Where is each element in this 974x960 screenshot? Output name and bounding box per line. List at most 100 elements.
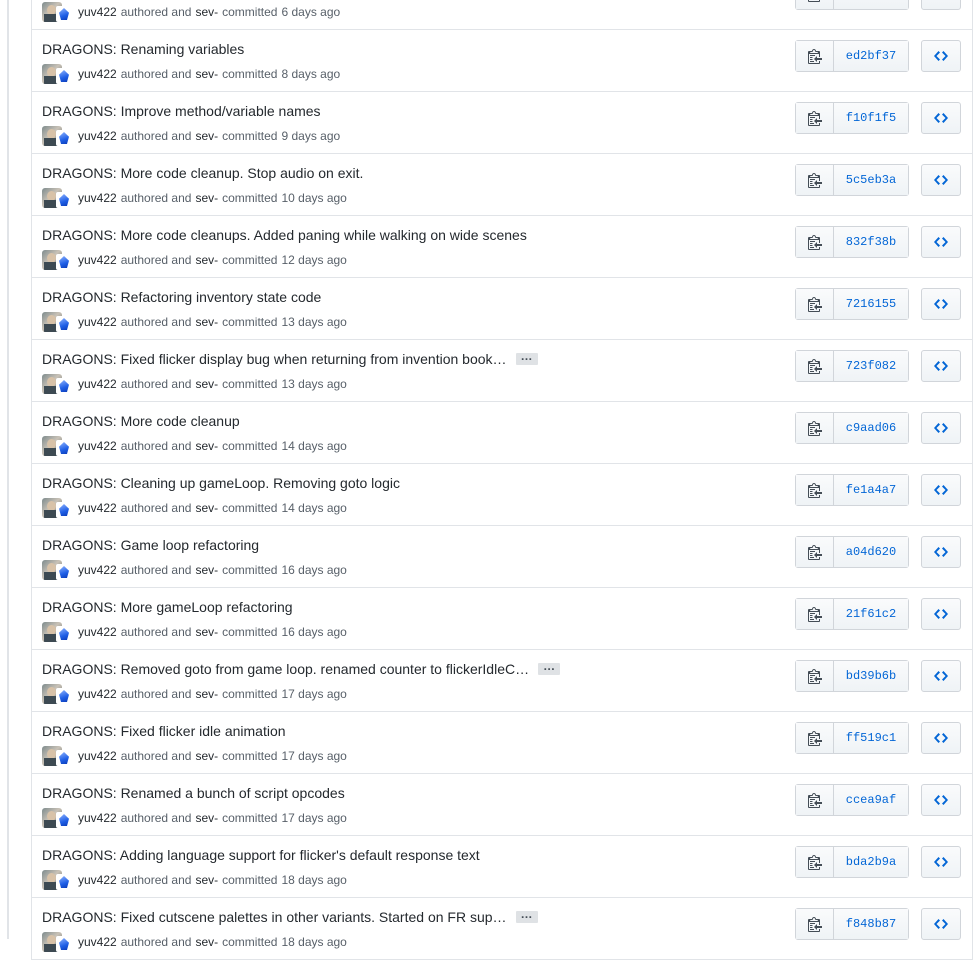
committer-link[interactable]: sev- <box>195 377 218 391</box>
browse-repository-button[interactable] <box>921 846 961 878</box>
committer-avatar[interactable] <box>56 440 72 456</box>
author-link[interactable]: yuv422 <box>78 191 117 205</box>
committer-avatar[interactable] <box>56 316 72 332</box>
commit-sha-link[interactable]: f10f1f5 <box>834 103 908 133</box>
commit-message-link[interactable]: DRAGONS: Removed goto from game loop. re… <box>42 661 529 677</box>
author-link[interactable]: yuv422 <box>78 811 117 825</box>
commit-sha-link[interactable]: ed2bf37 <box>834 41 908 71</box>
committer-link[interactable]: sev- <box>195 749 218 763</box>
author-link[interactable]: yuv422 <box>78 253 117 267</box>
expand-message-button[interactable]: … <box>515 908 538 923</box>
committer-avatar[interactable] <box>56 192 72 208</box>
browse-repository-button[interactable] <box>921 164 961 196</box>
commit-message-link[interactable]: DRAGONS: Cleaning up gameLoop. Removing … <box>42 475 400 491</box>
commit-message-link[interactable]: DRAGONS: More gameLoop refactoring <box>42 599 293 615</box>
browse-repository-button[interactable] <box>921 102 961 134</box>
browse-repository-button[interactable] <box>921 908 961 940</box>
browse-repository-button[interactable] <box>921 598 961 630</box>
commit-sha-link[interactable]: f848b87 <box>834 909 908 939</box>
commit-sha-link[interactable]: fe1a4a7 <box>834 475 908 505</box>
author-link[interactable]: yuv422 <box>78 129 117 143</box>
committer-avatar[interactable] <box>56 874 72 890</box>
committer-avatar[interactable] <box>56 750 72 766</box>
browse-repository-button[interactable] <box>921 226 961 258</box>
committer-avatar[interactable] <box>56 936 72 952</box>
commit-message-link[interactable]: DRAGONS: More code cleanup <box>42 413 240 429</box>
browse-repository-button[interactable] <box>921 288 961 320</box>
committer-link[interactable]: sev- <box>195 129 218 143</box>
commit-sha-link[interactable]: 723f082 <box>834 351 908 381</box>
committer-link[interactable]: sev- <box>195 687 218 701</box>
commit-sha-link[interactable]: ccea9af <box>834 785 908 815</box>
commit-sha-link[interactable]: bd39b6b <box>834 661 908 691</box>
commit-message-link[interactable]: DRAGONS: Game loop refactoring <box>42 537 259 553</box>
browse-repository-button[interactable] <box>921 350 961 382</box>
copy-sha-button[interactable] <box>796 103 834 133</box>
committer-avatar[interactable] <box>56 812 72 828</box>
committer-link[interactable]: sev- <box>195 5 218 19</box>
author-link[interactable]: yuv422 <box>78 377 117 391</box>
committer-avatar[interactable] <box>56 6 72 22</box>
browse-repository-button[interactable] <box>921 40 961 72</box>
committer-avatar[interactable] <box>56 378 72 394</box>
author-link[interactable]: yuv422 <box>78 687 117 701</box>
browse-repository-button[interactable] <box>921 784 961 816</box>
copy-sha-button[interactable] <box>796 41 834 71</box>
copy-sha-button[interactable] <box>796 661 834 691</box>
copy-sha-button[interactable] <box>796 847 834 877</box>
commit-message-link[interactable]: DRAGONS: Fixed flicker display bug when … <box>42 351 507 367</box>
commit-sha-link[interactable]: c9aad06 <box>834 413 908 443</box>
commit-sha-link[interactable]: 7216155 <box>834 289 908 319</box>
commit-sha-link[interactable]: a04d620 <box>834 537 908 567</box>
browse-repository-button[interactable] <box>921 474 961 506</box>
author-link[interactable]: yuv422 <box>78 439 117 453</box>
commit-message-link[interactable]: DRAGONS: More code cleanups. Added panin… <box>42 227 527 243</box>
committer-link[interactable]: sev- <box>195 811 218 825</box>
commit-sha-link[interactable]: bda2b9a <box>834 847 908 877</box>
copy-sha-button[interactable] <box>796 351 834 381</box>
commit-sha-link[interactable]: 5c5eb3a <box>834 165 908 195</box>
author-link[interactable]: yuv422 <box>78 749 117 763</box>
copy-sha-button[interactable] <box>796 0 834 9</box>
copy-sha-button[interactable] <box>796 413 834 443</box>
commit-message-link[interactable]: DRAGONS: More code cleanup. Stop audio o… <box>42 165 363 181</box>
committer-avatar[interactable] <box>56 254 72 270</box>
committer-avatar[interactable] <box>56 688 72 704</box>
browse-repository-button[interactable] <box>921 0 961 10</box>
committer-link[interactable]: sev- <box>195 935 218 949</box>
commit-message-link[interactable]: DRAGONS: Renamed a bunch of script opcod… <box>42 785 345 801</box>
committer-link[interactable]: sev- <box>195 873 218 887</box>
committer-link[interactable]: sev- <box>195 563 218 577</box>
author-link[interactable]: yuv422 <box>78 935 117 949</box>
committer-link[interactable]: sev- <box>195 315 218 329</box>
commit-message-link[interactable]: DRAGONS: Refactoring inventory state cod… <box>42 289 321 305</box>
copy-sha-button[interactable] <box>796 537 834 567</box>
committer-link[interactable]: sev- <box>195 625 218 639</box>
author-link[interactable]: yuv422 <box>78 501 117 515</box>
copy-sha-button[interactable] <box>796 475 834 505</box>
copy-sha-button[interactable] <box>796 227 834 257</box>
browse-repository-button[interactable] <box>921 722 961 754</box>
commit-message-link[interactable]: DRAGONS: Improve method/variable names <box>42 103 321 119</box>
committer-avatar[interactable] <box>56 502 72 518</box>
commit-message-link[interactable]: DRAGONS: Fixed cutscene palettes in othe… <box>42 909 507 925</box>
committer-link[interactable]: sev- <box>195 253 218 267</box>
expand-message-button[interactable]: … <box>515 350 538 365</box>
committer-avatar[interactable] <box>56 564 72 580</box>
author-link[interactable]: yuv422 <box>78 5 117 19</box>
commit-sha-link[interactable]: 21f61c2 <box>834 599 908 629</box>
copy-sha-button[interactable] <box>796 289 834 319</box>
browse-repository-button[interactable] <box>921 536 961 568</box>
committer-avatar[interactable] <box>56 68 72 84</box>
committer-link[interactable]: sev- <box>195 501 218 515</box>
committer-avatar[interactable] <box>56 130 72 146</box>
commit-message-link[interactable]: DRAGONS: Renaming variables <box>42 41 244 57</box>
commit-message-link[interactable]: DRAGONS: Adding language support for fli… <box>42 847 480 863</box>
expand-message-button[interactable]: … <box>538 660 561 675</box>
commit-sha-link[interactable]: 832f38b <box>834 227 908 257</box>
committer-link[interactable]: sev- <box>195 191 218 205</box>
author-link[interactable]: yuv422 <box>78 873 117 887</box>
author-link[interactable]: yuv422 <box>78 67 117 81</box>
copy-sha-button[interactable] <box>796 165 834 195</box>
committer-link[interactable]: sev- <box>195 67 218 81</box>
